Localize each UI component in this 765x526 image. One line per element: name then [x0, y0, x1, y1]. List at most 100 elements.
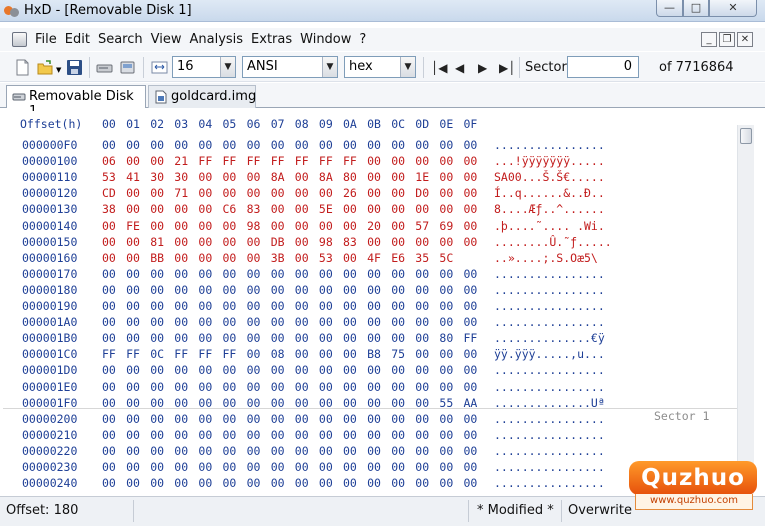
hex-row[interactable]: 00000150 00 00 81 00 00 00 00 DB 00 98 83 00 00 00 00 00… [3, 235, 737, 251]
byte-cell[interactable]: 00 [415, 235, 435, 249]
byte-cell[interactable]: 00 [174, 363, 194, 377]
byte-cell[interactable]: 00 [247, 267, 267, 281]
byte-cell[interactable]: 00 [102, 476, 122, 490]
byte-cell[interactable]: FE [126, 219, 146, 233]
byte-cell[interactable]: 81 [150, 235, 170, 249]
byte-cell[interactable]: 00 [439, 138, 459, 152]
byte-cell[interactable]: 00 [319, 267, 339, 281]
byte-cell[interactable]: 00 [439, 186, 459, 200]
byte-cell[interactable]: 00 [439, 412, 459, 426]
byte-cell[interactable]: 00 [150, 380, 170, 394]
byte-cell[interactable]: 00 [415, 363, 435, 377]
ascii-text[interactable]: ................ [494, 363, 605, 377]
byte-cell[interactable]: 00 [150, 331, 170, 345]
open-ram-icon[interactable] [119, 59, 136, 76]
byte-cell[interactable]: 00 [464, 202, 484, 216]
byte-cell[interactable]: 8A [319, 170, 339, 184]
byte-cell[interactable]: 00 [174, 315, 194, 329]
byte-cell[interactable]: 00 [198, 460, 218, 474]
hex-row[interactable]: 00000230 00 00 00 00 00 00 00 00 00 00 00 00 00 00 00 00… [3, 460, 737, 476]
byte-cell[interactable]: 00 [102, 251, 122, 265]
byte-cell[interactable]: 00 [439, 154, 459, 168]
byte-cell[interactable]: 00 [343, 283, 363, 297]
byte-cell[interactable]: 00 [343, 138, 363, 152]
byte-cell[interactable]: 00 [102, 412, 122, 426]
byte-cell[interactable]: 71 [174, 186, 194, 200]
byte-cell[interactable]: 5C [439, 251, 459, 265]
byte-cell[interactable]: 00 [415, 154, 435, 168]
mdi-minimize-button[interactable]: _ [701, 32, 717, 47]
hex-row[interactable]: 00000140 00 FE 00 00 00 00 98 00 00 00 00 20 00 57 69 00… [3, 219, 737, 235]
menu-search[interactable]: Search [98, 32, 143, 47]
byte-cell[interactable]: 00 [464, 235, 484, 249]
byte-cell[interactable]: 00 [295, 315, 315, 329]
byte-cell[interactable]: 00 [367, 267, 387, 281]
byte-cell[interactable]: 00 [343, 363, 363, 377]
byte-cell[interactable]: 00 [174, 428, 194, 442]
byte-cell[interactable]: 00 [247, 331, 267, 345]
byte-cell[interactable]: 00 [150, 444, 170, 458]
byte-cell[interactable]: 00 [367, 235, 387, 249]
byte-cell[interactable]: 00 [126, 283, 146, 297]
byte-cell[interactable]: 00 [391, 412, 411, 426]
byte-cell[interactable]: 00 [102, 363, 122, 377]
byte-cell[interactable]: 00 [343, 267, 363, 281]
byte-cell[interactable]: 00 [247, 138, 267, 152]
tab-removable-disk-1[interactable]: Removable Disk 1 [6, 85, 146, 119]
hxd-app-icon[interactable] [4, 4, 19, 18]
byte-cell[interactable]: FF [464, 331, 484, 345]
save-icon[interactable] [66, 59, 83, 76]
byte-cell[interactable]: 00 [174, 412, 194, 426]
hex-row[interactable]: 00000190 00 00 00 00 00 00 00 00 00 00 00 00 00 00 00 00… [3, 299, 737, 315]
byte-cell[interactable]: 00 [439, 380, 459, 394]
offset-base-select[interactable]: hex ▼ [344, 56, 416, 78]
byte-cell[interactable]: 00 [223, 315, 243, 329]
byte-cell[interactable]: 00 [126, 235, 146, 249]
byte-cell[interactable]: 30 [150, 170, 170, 184]
byte-cell[interactable]: 00 [367, 299, 387, 313]
byte-cell[interactable]: 00 [319, 380, 339, 394]
byte-cell[interactable]: 00 [102, 235, 122, 249]
byte-cell[interactable]: 00 [343, 315, 363, 329]
byte-cell[interactable]: FF [198, 347, 218, 361]
byte-cell[interactable]: 00 [223, 219, 243, 233]
byte-cell[interactable]: 00 [295, 299, 315, 313]
byte-cell[interactable]: 00 [150, 138, 170, 152]
byte-cell[interactable]: 00 [247, 460, 267, 474]
minimize-button[interactable]: — [656, 0, 683, 17]
byte-cell[interactable]: 00 [174, 476, 194, 490]
byte-cell[interactable]: 00 [271, 412, 291, 426]
byte-cell[interactable]: BB [150, 251, 170, 265]
byte-cell[interactable]: 00 [126, 138, 146, 152]
byte-cell[interactable]: 00 [464, 315, 484, 329]
byte-cell[interactable]: 00 [198, 331, 218, 345]
ascii-text[interactable]: ÿÿ.ÿÿÿ.....,u... [494, 347, 605, 361]
byte-cell[interactable]: 00 [295, 363, 315, 377]
byte-cell[interactable]: 00 [126, 331, 146, 345]
byte-cell[interactable]: 00 [102, 283, 122, 297]
byte-cell[interactable]: FF [319, 154, 339, 168]
byte-cell[interactable]: 00 [367, 460, 387, 474]
byte-cell[interactable]: 00 [247, 315, 267, 329]
byte-cell[interactable]: 00 [464, 428, 484, 442]
menu-view[interactable]: View [151, 32, 182, 47]
byte-cell[interactable]: 00 [464, 460, 484, 474]
byte-cell[interactable]: 75 [391, 347, 411, 361]
byte-cell[interactable]: 00 [415, 267, 435, 281]
byte-cell[interactable]: 26 [343, 186, 363, 200]
byte-cell[interactable]: 00 [295, 138, 315, 152]
byte-cell[interactable]: 00 [223, 363, 243, 377]
byte-cell[interactable]: 00 [367, 186, 387, 200]
byte-cell[interactable]: 00 [415, 315, 435, 329]
byte-cell[interactable]: 00 [174, 251, 194, 265]
byte-cell[interactable]: 00 [464, 186, 484, 200]
byte-cell[interactable]: 00 [319, 412, 339, 426]
byte-cell[interactable]: FF [198, 154, 218, 168]
open-folder-icon[interactable] [37, 59, 54, 76]
byte-cell[interactable]: 00 [464, 380, 484, 394]
byte-cell[interactable]: 00 [319, 444, 339, 458]
byte-cell[interactable]: 00 [223, 283, 243, 297]
byte-cell[interactable]: 00 [343, 428, 363, 442]
chevron-down-icon[interactable]: ▼ [400, 57, 415, 77]
byte-cell[interactable]: 00 [271, 363, 291, 377]
